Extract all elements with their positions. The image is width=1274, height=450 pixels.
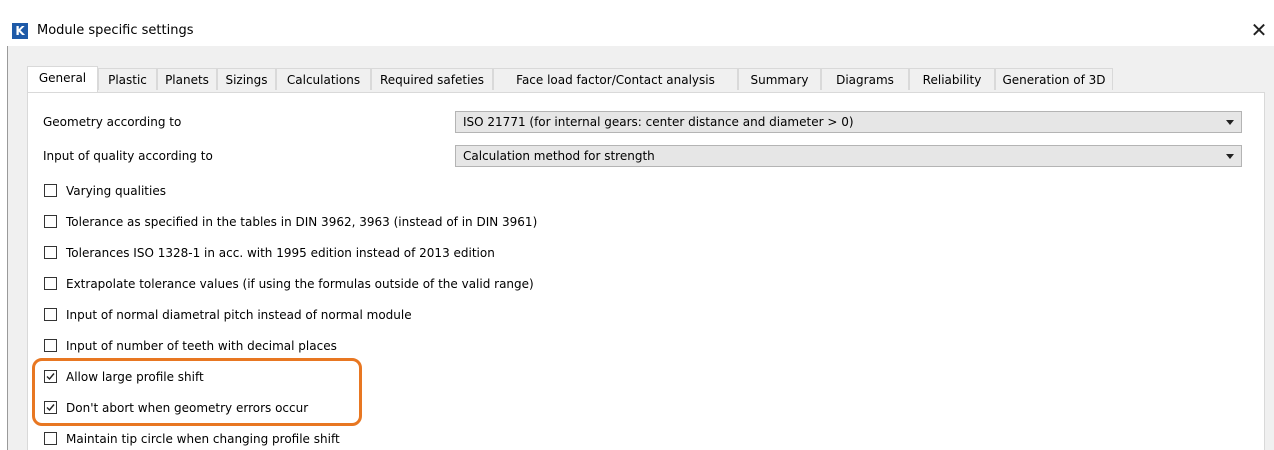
geometry-label: Geometry according to: [43, 115, 182, 129]
quality-dropdown-value: Calculation method for strength: [463, 149, 655, 163]
tab-face-load-factor[interactable]: Face load factor/Contact analysis: [493, 68, 738, 90]
geometry-dropdown[interactable]: ISO 21771 (for internal gears: center di…: [455, 111, 1242, 133]
quality-dropdown[interactable]: Calculation method for strength: [455, 145, 1242, 167]
checkbox-box[interactable]: [44, 277, 57, 290]
checkbox-label: Input of number of teeth with decimal pl…: [66, 339, 337, 353]
checkbox-box[interactable]: [44, 308, 57, 321]
checkbox-label: Varying qualities: [66, 184, 166, 198]
quality-label: Input of quality according to: [43, 149, 213, 163]
checkbox-box[interactable]: [44, 370, 57, 383]
checkmark-icon: [46, 404, 55, 412]
tab-sizings[interactable]: Sizings: [217, 68, 276, 90]
tab-summary[interactable]: Summary: [738, 68, 821, 90]
window-title: Module specific settings: [37, 23, 194, 38]
checkbox-box[interactable]: [44, 215, 57, 228]
checkbox-box[interactable]: [44, 432, 57, 445]
checkbox-label: Extrapolate tolerance values (if using t…: [66, 277, 534, 291]
close-button[interactable]: ✕: [1248, 19, 1270, 41]
checkbox-label: Allow large profile shift: [66, 370, 204, 384]
app-logo-icon: K: [12, 23, 28, 39]
checkbox-box[interactable]: [44, 339, 57, 352]
tab-required-safeties[interactable]: Required safeties: [371, 68, 493, 90]
tab-calculations[interactable]: Calculations: [276, 68, 371, 90]
chevron-down-icon: [1226, 154, 1234, 159]
checkbox-box[interactable]: [44, 184, 57, 197]
chevron-down-icon: [1226, 120, 1234, 125]
tab-generation-of-3d[interactable]: Generation of 3D: [995, 68, 1113, 90]
checkbox-label: Maintain tip circle when changing profil…: [66, 432, 340, 446]
tab-plastic[interactable]: Plastic: [98, 68, 157, 90]
tab-reliability[interactable]: Reliability: [909, 68, 995, 90]
tab-diagrams[interactable]: Diagrams: [821, 68, 909, 90]
checkbox-box[interactable]: [44, 246, 57, 259]
checkbox-label: Tolerance as specified in the tables in …: [66, 215, 538, 229]
tab-general[interactable]: General: [27, 66, 98, 92]
geometry-dropdown-value: ISO 21771 (for internal gears: center di…: [463, 115, 854, 129]
checkbox-label: Don't abort when geometry errors occur: [66, 401, 309, 415]
tab-planets[interactable]: Planets: [157, 68, 217, 90]
checkbox-box[interactable]: [44, 401, 57, 414]
checkmark-icon: [46, 373, 55, 381]
checkbox-label: Input of normal diametral pitch instead …: [66, 308, 412, 322]
checkbox-label: Tolerances ISO 1328-1 in acc. with 1995 …: [66, 246, 495, 260]
title-bar: K Module specific settings ✕: [0, 0, 1274, 46]
